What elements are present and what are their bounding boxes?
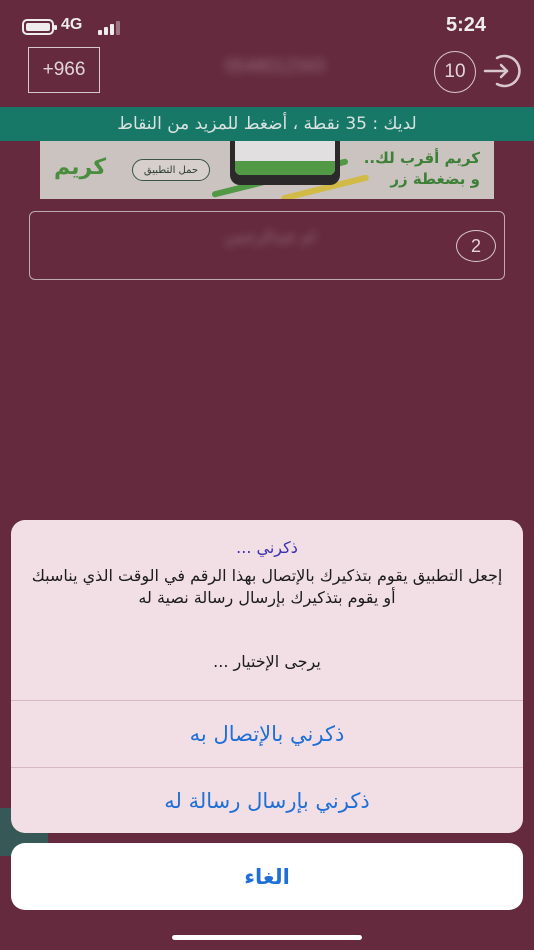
remind-sms-button[interactable]: ذكرني بإرسال رسالة له <box>11 768 523 833</box>
cancel-button[interactable]: الغاء <box>11 843 523 910</box>
sheet-hint: يرجى الإختيار ... <box>213 652 321 671</box>
sheet-message: إجعل التطبيق يقوم بتذكيرك بالإتصال بهذا … <box>31 566 503 607</box>
sheet-title: ذكرني ... <box>236 538 298 557</box>
action-sheet: ذكرني ... إجعل التطبيق يقوم بتذكيرك بالإ… <box>11 520 523 833</box>
home-indicator[interactable] <box>172 935 362 940</box>
remind-call-button[interactable]: ذكرني بالإتصال به <box>11 701 523 767</box>
